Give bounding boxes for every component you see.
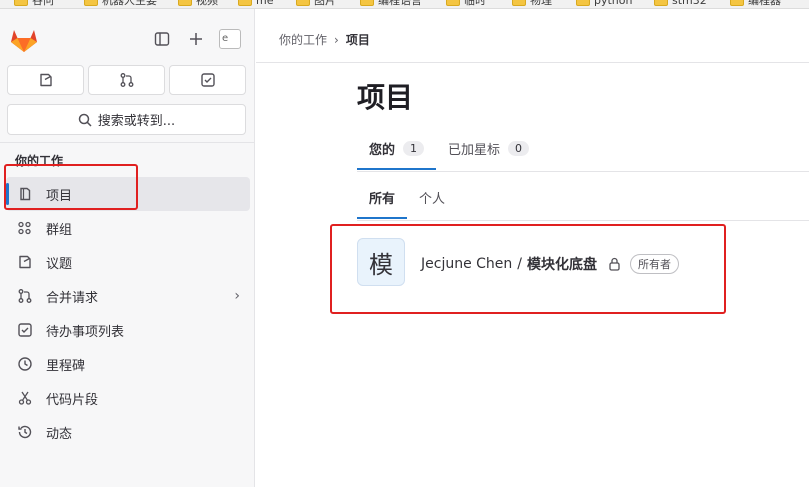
search-label: 搜索或转到...: [97, 114, 176, 129]
gitlab-logo-icon[interactable]: [10, 27, 38, 53]
subtabs-divider: [357, 220, 809, 221]
sidebar-nav: 项目 群组 议题 合并请求 › 待办事项列表 里程碑 代码片段 动态: [0, 177, 255, 449]
snippet-icon: [16, 389, 34, 407]
sidebar-item-label: 议题: [46, 256, 73, 272]
breadcrumb-current[interactable]: 项目: [346, 31, 370, 48]
tab-starred[interactable]: 已加星标 0: [436, 132, 541, 164]
merge-request-icon: [120, 73, 133, 87]
breadcrumb-separator: ›: [334, 32, 339, 47]
tab-all[interactable]: 所有: [357, 182, 408, 219]
issues-icon: [39, 73, 52, 87]
bookmark[interactable]: 图片: [296, 0, 336, 7]
breadcrumb-parent[interactable]: 你的工作: [279, 31, 327, 48]
page-title: 项目: [357, 81, 414, 114]
sidebar-item-label: 代码片段: [46, 392, 99, 408]
milestone-icon: [16, 355, 34, 373]
header-divider: [256, 62, 809, 63]
filter-tabs: 所有 个人: [357, 182, 457, 219]
sidebar-item-label: 合并请求: [46, 290, 99, 306]
sidebar-item-label: 群组: [46, 222, 73, 238]
sidebar-item-milestones[interactable]: 里程碑: [6, 347, 250, 381]
bookmark[interactable]: 编程语言: [360, 0, 422, 7]
merge-requests-button[interactable]: [88, 65, 165, 95]
folder-icon: [360, 0, 374, 6]
folder-icon: [14, 0, 28, 6]
tab-count-badge: 0: [508, 140, 530, 156]
sidebar-item-label: 里程碑: [46, 358, 86, 374]
sidebar-item-todos[interactable]: 待办事项列表: [6, 313, 250, 347]
sidebar-toggle-icon[interactable]: [150, 27, 174, 51]
breadcrumb: 你的工作 › 项目: [279, 31, 370, 48]
user-avatar[interactable]: e: [219, 29, 241, 49]
bookmark[interactable]: 编程器: [730, 0, 781, 7]
todos-button[interactable]: [169, 65, 246, 95]
tab-yours[interactable]: 您的 1: [357, 132, 437, 170]
chevron-right-icon: ›: [234, 288, 240, 304]
tab-label: 已加星标: [448, 142, 501, 158]
folder-icon: [730, 0, 744, 6]
tab-label: 您的: [369, 142, 396, 158]
annotation-box: [330, 224, 726, 314]
folder-icon: [84, 0, 98, 6]
bookmark[interactable]: 视频: [178, 0, 218, 7]
issues-button[interactable]: [7, 65, 84, 95]
sidebar-divider: [0, 142, 255, 143]
bookmark[interactable]: 临时: [446, 0, 486, 7]
annotation-box: [4, 164, 138, 210]
create-new-icon[interactable]: [184, 27, 208, 51]
todo-icon: [16, 321, 34, 339]
bookmarks-bar: 谷问 机器人主要 视频 me 图片 编程语言 临时 物理 python stm3…: [0, 0, 809, 9]
bookmark[interactable]: python: [576, 0, 632, 7]
activity-icon: [16, 423, 34, 441]
todo-icon: [200, 73, 215, 87]
sidebar-item-activity[interactable]: 动态: [6, 415, 250, 449]
tab-personal[interactable]: 个人: [407, 182, 457, 212]
bookmark[interactable]: stm32: [654, 0, 707, 7]
sidebar-item-snippets[interactable]: 代码片段: [6, 381, 250, 415]
sidebar-item-label: 动态: [46, 426, 73, 442]
issues-icon: [16, 253, 34, 271]
sidebar: e 搜索或转到... 你的工作 项目 群组 议题 合并请求 › 待办事项列表 里…: [0, 9, 255, 487]
search-icon: [78, 113, 92, 127]
bookmark[interactable]: 物理: [512, 0, 552, 7]
folder-icon: [512, 0, 526, 6]
project-tabs: 您的 1 已加星标 0: [357, 132, 541, 170]
sidebar-item-label: 待办事项列表: [46, 324, 125, 340]
folder-icon: [446, 0, 460, 6]
bookmark[interactable]: me: [238, 0, 273, 7]
bookmark[interactable]: 谷问: [14, 0, 54, 7]
folder-icon: [178, 0, 192, 6]
folder-icon: [576, 0, 590, 6]
merge-request-icon: [16, 287, 34, 305]
folder-icon: [654, 0, 668, 6]
sidebar-item-merge-requests[interactable]: 合并请求 ›: [6, 279, 250, 313]
tabs-divider: [357, 171, 809, 172]
bookmark[interactable]: 机器人主要: [84, 0, 157, 7]
folder-icon: [238, 0, 252, 6]
sidebar-item-groups[interactable]: 群组: [6, 211, 250, 245]
folder-icon: [296, 0, 310, 6]
search-button[interactable]: 搜索或转到...: [7, 104, 246, 135]
sidebar-item-issues[interactable]: 议题: [6, 245, 250, 279]
tab-count-badge: 1: [403, 140, 425, 156]
group-icon: [16, 219, 34, 237]
